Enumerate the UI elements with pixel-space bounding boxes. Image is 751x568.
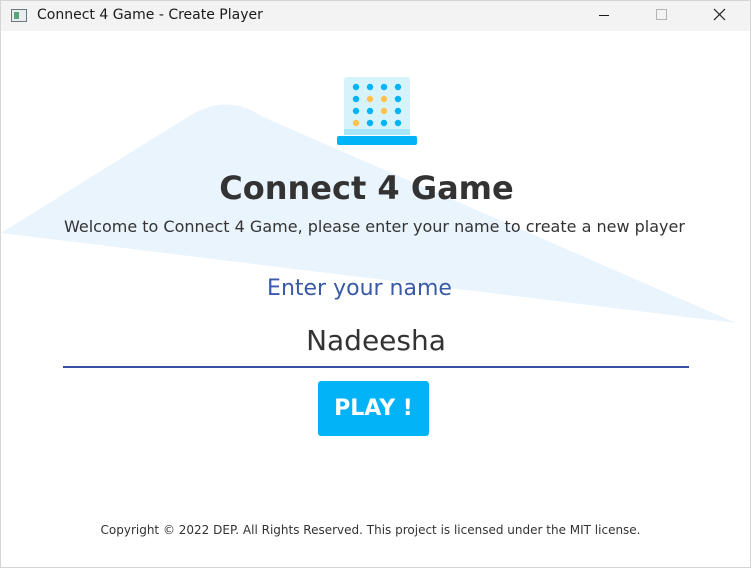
close-icon xyxy=(713,8,726,21)
app-window: Connect 4 Game - Create Player Connect 4… xyxy=(0,0,751,568)
window-title: Connect 4 Game - Create Player xyxy=(37,7,263,23)
maximize-icon xyxy=(656,9,667,20)
minimize-icon xyxy=(599,15,609,16)
copyright-text: Copyright © 2022 DEP. All Rights Reserve… xyxy=(100,523,641,537)
main-content: Connect 4 Game Welcome to Connect 4 Game… xyxy=(1,31,750,567)
app-icon xyxy=(11,9,27,22)
connect-four-board-icon xyxy=(337,77,417,145)
player-name-input[interactable] xyxy=(63,314,689,368)
play-button[interactable]: PLAY ! xyxy=(318,381,429,436)
page-title: Connect 4 Game xyxy=(219,169,514,207)
welcome-message: Welcome to Connect 4 Game, please enter … xyxy=(64,217,685,236)
name-field-label: Enter your name xyxy=(267,276,452,301)
minimize-button[interactable] xyxy=(581,1,625,31)
close-button[interactable] xyxy=(697,1,741,31)
maximize-button[interactable] xyxy=(639,1,683,31)
title-bar[interactable]: Connect 4 Game - Create Player xyxy=(1,1,750,31)
